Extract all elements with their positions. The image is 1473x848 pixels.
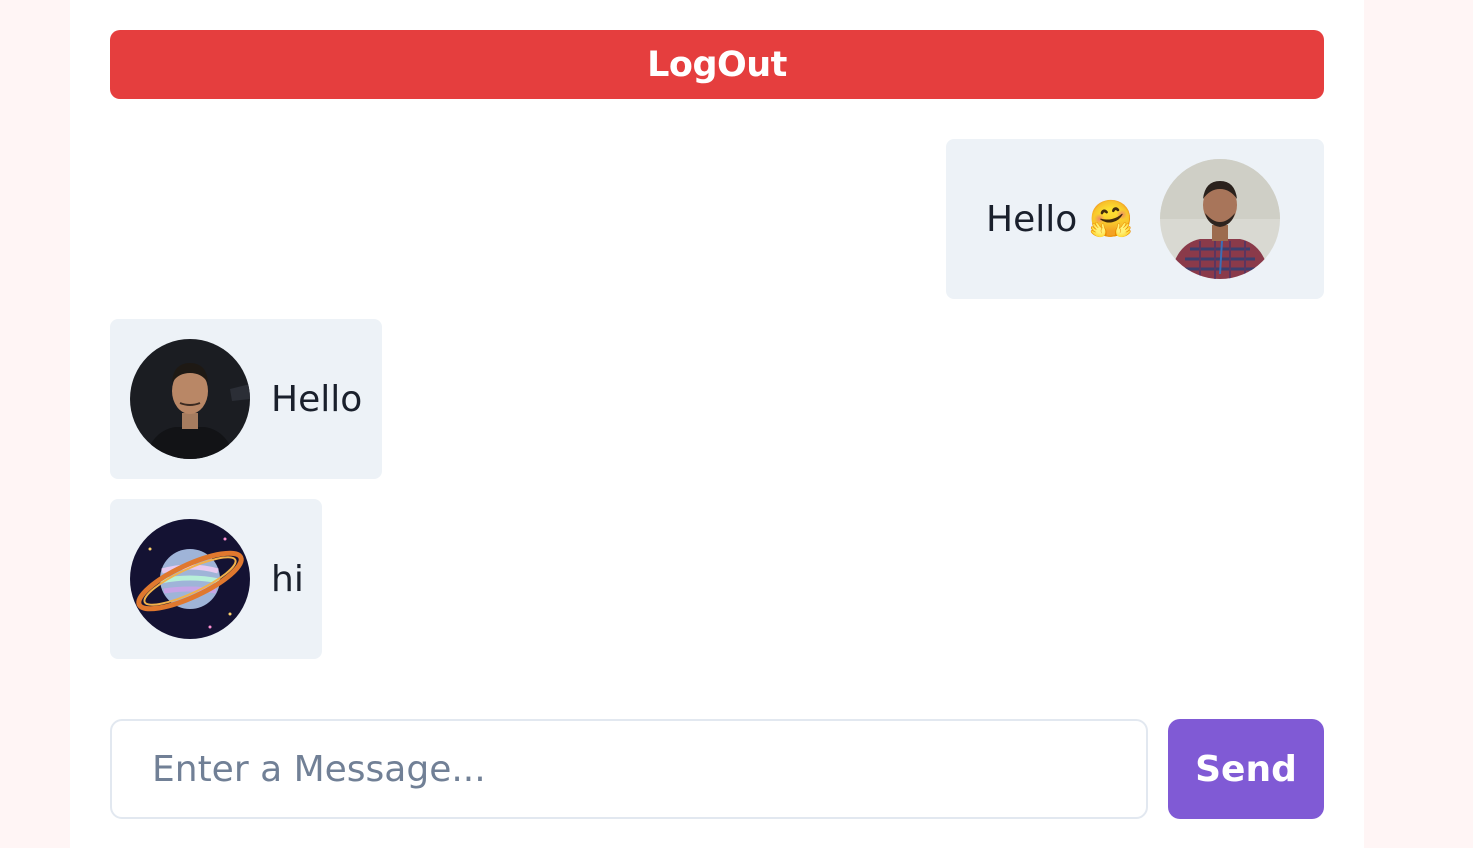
message-input[interactable]	[110, 719, 1148, 819]
chat-panel: LogOut Hello 🤗 Hello hi Enter a Message.…	[70, 0, 1364, 848]
send-button[interactable]: Send	[1168, 719, 1324, 819]
avatar[interactable]	[1159, 159, 1280, 279]
message-bubble: Hello	[110, 319, 382, 479]
user-photo-avatar-icon	[130, 339, 250, 459]
avatar[interactable]	[130, 339, 250, 459]
message-text: Hello	[271, 378, 363, 420]
message-text: hi	[271, 558, 304, 600]
user-photo-avatar-icon	[1159, 159, 1280, 279]
message-bubble: Hello 🤗	[946, 139, 1324, 299]
message-bubble: hi	[110, 499, 322, 659]
message-text: Hello 🤗	[986, 199, 1134, 240]
avatar[interactable]	[130, 519, 250, 639]
logout-button[interactable]: LogOut	[110, 30, 1324, 99]
saturn-planet-icon	[130, 519, 250, 639]
